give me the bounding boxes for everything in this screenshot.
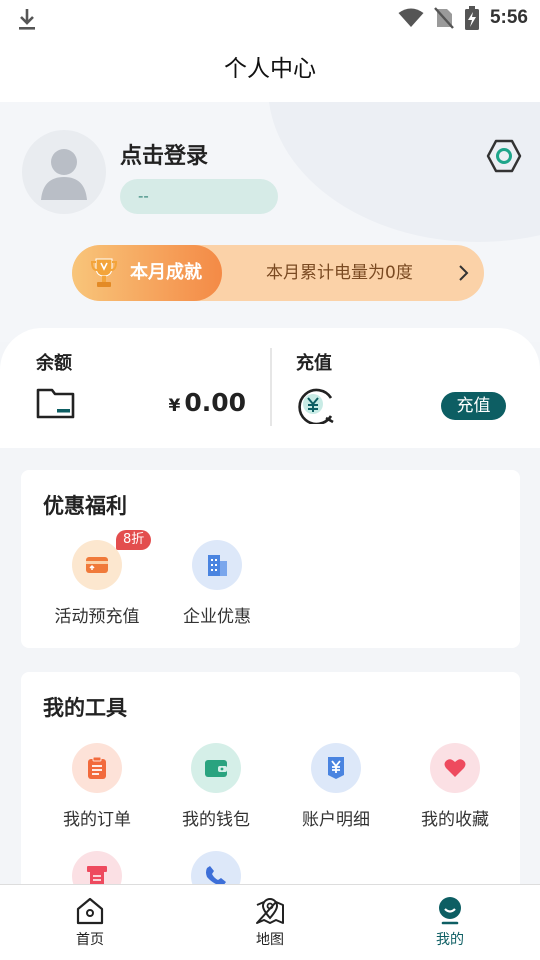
balance-label: 余额 [36, 353, 72, 374]
achievement-text: 本月累计电量为0度 [266, 263, 413, 283]
tool-label: 账户明细 [302, 810, 370, 830]
user-silhouette-icon [41, 149, 87, 200]
nav-label: 地图 [256, 932, 284, 948]
benefit-item-enterprise[interactable]: 企业优惠 [157, 540, 277, 627]
nav-label: 我的 [436, 932, 464, 948]
recharge-yen-icon [298, 388, 334, 424]
benefit-label: 活动预充值 [54, 607, 140, 627]
bottom-nav: 首页 地图 我的 [0, 884, 540, 960]
achievement-banner[interactable]: 本月成就 本月累计电量为0度 [72, 245, 484, 301]
tool-label: 我的收藏 [421, 810, 489, 830]
tool-item-orders[interactable]: 我的订单 [37, 743, 157, 830]
avatar[interactable] [22, 130, 106, 214]
wallet-icon [36, 388, 75, 419]
divider [270, 348, 272, 426]
tool-item-account-details[interactable]: 账户明细 [276, 743, 396, 830]
nav-label: 首页 [76, 932, 104, 948]
nav-map[interactable]: 地图 [180, 885, 360, 960]
chevron-right-icon [459, 265, 469, 281]
tool-label: 我的订单 [63, 810, 131, 830]
tools-title: 我的工具 [43, 696, 127, 720]
status-time: 5:56 [489, 7, 528, 28]
user-id-pill: -- [120, 179, 278, 214]
currency-symbol: ¥ [168, 396, 181, 416]
achievement-badge: 本月成就 [72, 245, 222, 301]
no-sim-icon [434, 7, 454, 29]
benefits-title: 优惠福利 [43, 494, 127, 518]
trophy-icon [90, 258, 118, 287]
wallet-green-icon [205, 760, 227, 777]
balance-value: 0.00 [184, 388, 246, 417]
building-icon [208, 555, 227, 576]
card-icon [86, 557, 108, 573]
header: 个人中心 [0, 36, 540, 102]
settings-icon[interactable] [486, 138, 522, 174]
map-icon [256, 898, 284, 924]
battery-icon [464, 6, 479, 30]
balance-amount: ¥0.00 [168, 388, 246, 417]
wifi-icon [398, 8, 424, 27]
recharge-button[interactable]: 充值 [441, 392, 506, 420]
page-title: 个人中心 [224, 56, 316, 82]
heart-icon [444, 759, 466, 777]
login-link[interactable]: 点击登录 [120, 138, 208, 170]
recharge-label: 充值 [296, 353, 332, 374]
tool-item-wallet[interactable]: 我的钱包 [156, 743, 276, 830]
clipboard-icon [88, 756, 106, 779]
balance-card: 余额 ¥0.00 充值 充值 [0, 328, 540, 448]
profile-icon [439, 897, 461, 925]
achievement-title: 本月成就 [130, 262, 202, 283]
nav-profile[interactable]: 我的 [360, 885, 540, 960]
status-bar: 5:56 [0, 0, 540, 36]
home-icon [76, 897, 104, 925]
yen-document-icon [328, 757, 344, 779]
discount-badge: 8折 [116, 530, 152, 550]
download-icon [19, 9, 35, 30]
benefit-label: 企业优惠 [183, 607, 251, 627]
nav-home[interactable]: 首页 [0, 885, 180, 960]
benefit-item-prepaid[interactable]: 活动预充值 [37, 540, 157, 627]
tool-label: 我的钱包 [182, 810, 250, 830]
tool-item-favorites[interactable]: 我的收藏 [395, 743, 515, 830]
